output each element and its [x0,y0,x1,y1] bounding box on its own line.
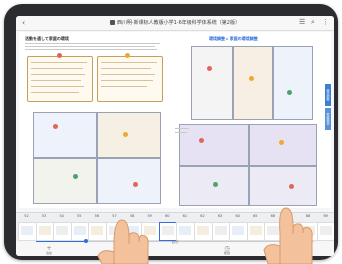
text-line [101,62,157,63]
room [33,158,97,204]
thumbnail-page-number: 61 [182,214,188,218]
text-line [25,49,157,50]
slider-knob[interactable] [84,239,89,243]
text-line [25,46,155,47]
thumbnail-content [249,226,262,235]
text-line [25,43,160,44]
room [97,112,161,158]
left-page-heading: 活動を通して家庭の環境 [25,36,69,41]
room [179,124,249,166]
thumbnail-page-number: 62 [200,214,205,218]
text-line [101,80,153,81]
marker-icon [199,138,204,143]
marker-icon [133,182,138,187]
document-title: 西川明·新课标人教版小学1-6年级科学体系统（第2版） [117,20,240,26]
room [233,46,273,120]
thumbnail-page[interactable] [176,222,196,241]
thumbnail-page-number: 55 [77,214,82,218]
thumbnail-page[interactable] [70,222,90,241]
text-line [175,128,189,129]
thumbnail-page-number: 54 [59,214,64,218]
text-line [31,74,85,75]
thumbnail-content [38,226,51,235]
marker-icon [213,182,218,187]
history-button[interactable]: ◷ 履歴 [214,245,240,255]
thumbnail-page[interactable] [53,222,73,241]
text-line [101,74,155,75]
hand-right-illustration [263,207,313,264]
thumbnail-content [56,226,69,235]
contents-label: 目次 [171,240,179,244]
thumbnail-page[interactable] [229,222,249,241]
thumbnail-content [161,226,174,235]
text-line [101,86,147,87]
document-title-row: 西川明·新课标人教版小学1-6年级科学体系统（第2版） [16,19,334,27]
room [33,112,97,158]
side-tab[interactable]: 環境調整 [325,84,331,106]
slider-fill [36,241,87,242]
thumbnail-content [179,226,192,235]
text-line [31,86,84,87]
marker-icon [53,124,58,129]
thumbnail-content [197,226,209,235]
text-line [31,68,83,69]
room [97,158,161,204]
marker-icon [73,174,78,179]
thumbnail-page-number: 63 [217,214,223,218]
marker-icon [279,140,284,145]
thumbnail-page[interactable] [211,222,231,241]
house-illustration-left [33,112,161,204]
book-icon [110,20,116,25]
document-page[interactable]: 活動を通して家庭の環境 環境調整 ▸ 家庭の環境調整 環境調整 家庭環境 [19,32,331,208]
contents-button[interactable]: 目次 [162,240,188,244]
thumbnail-page[interactable] [35,222,55,241]
marker-icon [287,90,292,95]
thumbnail-content [73,226,86,235]
thumbnail-content [214,226,227,235]
thumbnail-content [232,226,245,235]
right-page-heading: 環境調整 ▸ 家庭の環境調整 [209,36,258,41]
more-icon[interactable]: ⋮ [322,18,329,26]
history-label: 履歴 [223,251,230,255]
text-line [175,132,187,133]
marker-icon [125,53,130,58]
house-illustration-right-top [191,46,313,120]
room [273,46,313,120]
text-line [31,92,79,93]
hand-left-illustration [97,219,149,264]
marker-icon [123,132,128,137]
thumbnail-content [21,226,33,235]
thumbnail-page-number: 52 [24,214,29,218]
top-bar: ‹ 西川明·新课标人教版小学1-6年级科学体系统（第2版） ☰ ⌕ ⋮ [16,16,334,31]
thumbnail-page[interactable] [158,222,178,241]
marker-icon [289,184,294,189]
thumbnail-page-number: 64 [235,214,240,218]
search-icon[interactable]: ⌕ [311,18,315,27]
add-button[interactable]: + 追加 [36,245,62,255]
marker-icon [207,66,212,71]
marker-icon [57,53,62,58]
marker-icon [249,76,254,81]
thumbnail-page-number: 60 [165,214,170,218]
room [249,124,317,166]
text-line [31,80,81,81]
house-illustration-right-bottom [179,124,317,206]
thumbnail-page[interactable] [18,222,37,241]
add-label: 追加 [45,251,52,255]
side-tab[interactable]: 家庭環境 [325,108,331,130]
room [191,46,233,120]
list-icon[interactable]: ☰ [299,18,305,26]
thumbnail-page[interactable] [194,222,213,241]
text-line [31,62,87,63]
thumbnail-page-number: 53 [41,214,47,218]
text-line [101,68,151,69]
